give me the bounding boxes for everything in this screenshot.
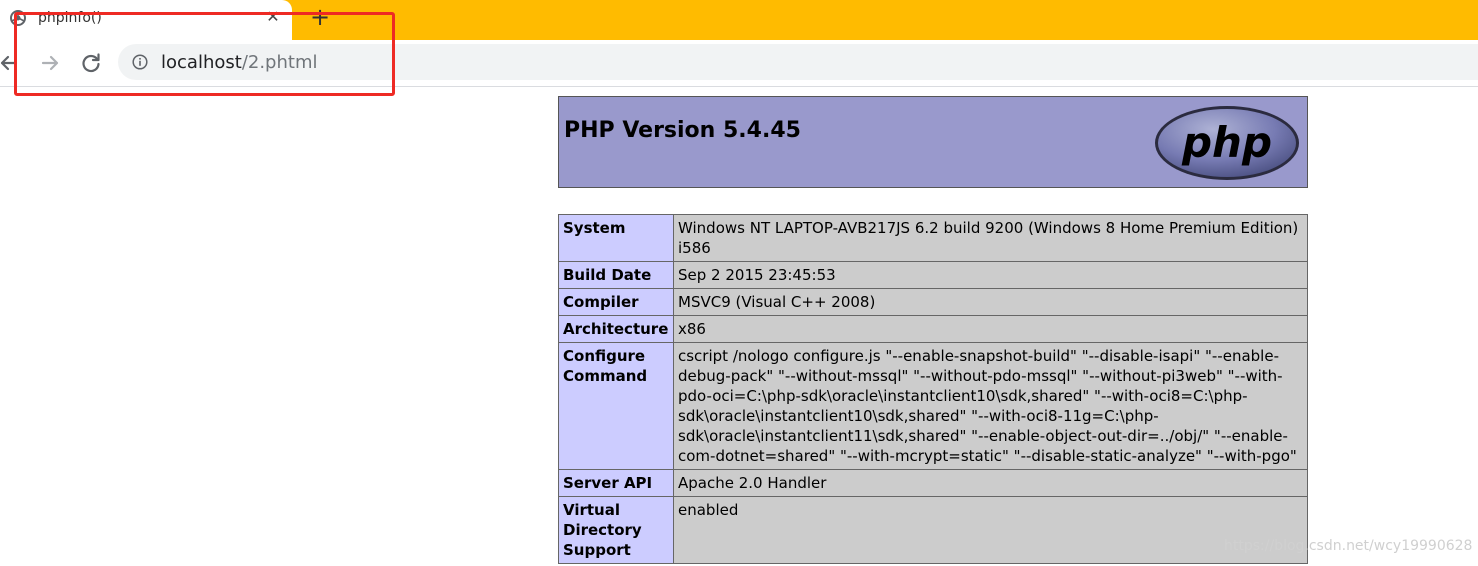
url-path: /2.phtml [241,52,318,73]
php-logo-text: php [1181,118,1272,167]
info-icon[interactable] [132,54,148,70]
tab-phpinfo[interactable]: phpinfo() ✕ [0,0,292,40]
row-value: x86 [673,315,1308,343]
row-key: System [558,214,674,262]
tab-title: phpinfo() [38,10,102,26]
table-row: Build Date Sep 2 2015 23:45:53 [558,261,1308,289]
row-value: MSVC9 (Visual C++ 2008) [673,288,1308,316]
info-table: System Windows NT LAPTOP-AVB217JS 6.2 bu… [558,214,1308,564]
row-key: Build Date [558,261,674,289]
php-logo: php [1155,106,1299,180]
row-key: Configure Command [558,342,674,470]
table-row: Server API Apache 2.0 Handler [558,469,1308,497]
row-value: enabled [673,496,1308,564]
row-key: Compiler [558,288,674,316]
watermark-text: https://blog.csdn.net/wcy19990628 [1224,538,1473,554]
table-row: Virtual Directory Support enabled [558,496,1308,564]
back-arrow-icon[interactable] [0,50,22,76]
browser-toolbar: localhost/2.phtml [0,40,1478,86]
phpinfo-header: PHP Version 5.4.45 php [558,96,1308,188]
table-row: Compiler MSVC9 (Visual C++ 2008) [558,288,1308,316]
phpinfo-content: PHP Version 5.4.45 php System Windows NT… [558,96,1308,564]
address-bar[interactable]: localhost/2.phtml [118,44,1478,80]
row-value: Sep 2 2015 23:45:53 [673,261,1308,289]
toolbar-divider [0,86,1478,87]
row-key: Server API [558,469,674,497]
url-text[interactable]: localhost/2.phtml [161,52,317,73]
url-host: localhost [161,52,242,73]
page-title: PHP Version 5.4.45 [564,118,801,143]
row-value: Windows NT LAPTOP-AVB217JS 6.2 build 920… [673,214,1308,262]
table-row: Architecture x86 [558,315,1308,343]
row-value: cscript /nologo configure.js "--enable-s… [673,342,1308,470]
forward-arrow-icon[interactable] [38,50,64,76]
table-row: System Windows NT LAPTOP-AVB217JS 6.2 bu… [558,214,1308,262]
row-key: Architecture [558,315,674,343]
row-key: Virtual Directory Support [558,496,674,564]
row-value: Apache 2.0 Handler [673,469,1308,497]
reload-icon[interactable] [78,50,104,76]
chrome-globe-icon [10,10,26,26]
table-row: Configure Command cscript /nologo config… [558,342,1308,470]
tab-close-icon[interactable]: ✕ [264,8,282,26]
new-tab-button[interactable]: + [310,5,330,29]
tab-strip: phpinfo() ✕ + [0,0,1478,40]
